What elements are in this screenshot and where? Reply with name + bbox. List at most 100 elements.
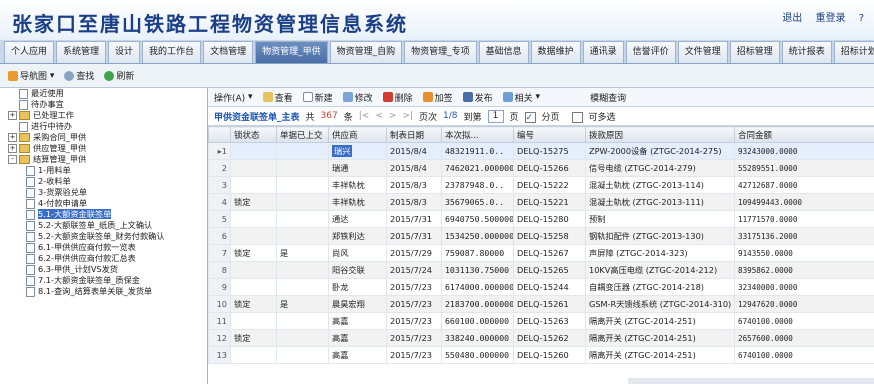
last-page-button[interactable]: >| <box>402 111 413 121</box>
tab-12[interactable]: 文件管理 <box>677 41 728 63</box>
folder-icon <box>19 111 30 120</box>
column-header[interactable]: 锁状态 <box>230 126 277 143</box>
table-row[interactable]: 13 高嘉 2015/7/23 550480.000000 DELQ-15260 隔离开关… <box>208 346 874 364</box>
help-link[interactable]: ? <box>859 13 864 24</box>
tab-2[interactable]: 设计 <box>108 41 141 63</box>
table-row[interactable]: 8 阳谷交联 2015/7/24 1031130.75000 DELQ-15265 10K… <box>208 261 874 279</box>
sign-button[interactable]: 加签 <box>422 91 453 104</box>
table-row[interactable]: 12 锁定 高嘉 2015/7/23 338240.000000 DELQ-15262 隔离… <box>208 329 874 347</box>
nav-map-button[interactable]: 导航图 ▾ <box>8 69 54 82</box>
refresh-button[interactable]: 刷新 <box>104 69 134 82</box>
tree-item[interactable]: 进行中待办 <box>0 121 207 132</box>
expand-icon[interactable]: + <box>8 133 17 142</box>
first-page-button[interactable]: |< <box>359 111 370 121</box>
logout-link[interactable]: 退出 <box>782 13 802 24</box>
fuzzy-search-button[interactable]: 模糊查询 <box>590 91 626 104</box>
table-cell: 2015/8/3 <box>386 193 442 211</box>
total-label: 共 <box>305 112 315 123</box>
column-header[interactable]: 拨款原因 <box>585 126 735 143</box>
tree-item[interactable]: 最近使用 <box>0 88 207 99</box>
table-row[interactable]: 11 高嘉 2015/7/23 660100.000000 DELQ-15263 隔离开关… <box>208 312 874 330</box>
tab-8[interactable]: 基础信息 <box>478 41 529 63</box>
table-cell: 8395862.0000 <box>734 261 874 279</box>
tree-item-label: 采购合同_甲供 <box>33 132 87 142</box>
table-cell: 丰祥轨枕 <box>328 193 387 211</box>
total-count: 367 <box>320 111 338 121</box>
tree-item[interactable]: + 供应管理_甲供 <box>0 143 207 154</box>
delete-button[interactable]: 删除 <box>382 91 413 104</box>
tab-1[interactable]: 系统管理 <box>56 41 107 63</box>
column-header[interactable]: 单据已上交 <box>276 126 329 143</box>
page-input[interactable]: 1 <box>487 109 504 123</box>
tree-item-label: 5.1-大额资金联签单 <box>38 209 112 219</box>
table-cell: 23787948.0.. <box>441 176 514 194</box>
tree-item[interactable]: 6.1-甲供供应商付款一览表 <box>0 242 207 253</box>
tab-14[interactable]: 统计报表 <box>781 41 832 63</box>
tab-10[interactable]: 通讯录 <box>582 41 624 63</box>
tab-6[interactable]: 物资管理_自购 <box>329 41 403 63</box>
tree-item[interactable]: 5.1-大额资金联签单 <box>0 209 207 220</box>
document-icon <box>19 121 28 132</box>
tab-0[interactable]: 个人应用 <box>4 41 55 63</box>
tree-item[interactable]: 2-收料单 <box>0 176 207 187</box>
tree-item[interactable]: + 采购合同_甲供 <box>0 132 207 143</box>
tab-15[interactable]: 招标计划 <box>833 41 874 63</box>
table-row[interactable]: 4 锁定 丰祥轨枕 2015/8/3 35679065.0.. DELQ-15221 混凝土… <box>208 193 874 211</box>
table-row[interactable]: 9 卧龙 2015/7/23 6174000.000000 DELQ-15244 自耦变压… <box>208 278 874 296</box>
tab-4[interactable]: 文档管理 <box>203 41 254 63</box>
collapse-icon[interactable]: - <box>8 155 17 164</box>
tab-13[interactable]: 招标管理 <box>729 41 780 63</box>
expand-icon[interactable]: + <box>8 111 17 120</box>
tree-item[interactable]: 待办事宜 <box>0 99 207 110</box>
table-row[interactable]: ▸1 瑞兴 2015/8/4 48321911.0.. DELQ-15275 ZPW-20… <box>208 142 874 160</box>
tree-item[interactable]: 5.2-大额资金联签单_财务付款确认 <box>0 231 207 242</box>
search-icon <box>64 70 75 81</box>
paging-checkbox[interactable]: 分页 <box>524 110 566 123</box>
tree-item[interactable]: 4-付款申请单 <box>0 198 207 209</box>
tree-item[interactable]: 5.2-大额联签单_纸质_上文确认 <box>0 220 207 231</box>
tree-item[interactable]: + 已处理工作 <box>0 110 207 121</box>
expand-icon[interactable]: + <box>8 144 17 153</box>
refresh-icon <box>104 70 115 81</box>
tree-item[interactable]: - 结算管理_甲供 <box>0 154 207 165</box>
horizontal-scrollbar[interactable] <box>628 378 874 384</box>
tree-item[interactable]: 6.2-甲供供应商付款汇总表 <box>0 253 207 264</box>
tree-item[interactable]: 1-用料单 <box>0 165 207 176</box>
table-row[interactable]: 3 丰祥轨枕 2015/8/3 23787948.0.. DELQ-15222 混凝土轨枕… <box>208 176 874 194</box>
tab-7[interactable]: 物资管理_专项 <box>404 41 477 63</box>
column-header[interactable]: 本次拟... <box>441 126 514 143</box>
tab-9[interactable]: 数据维护 <box>530 41 581 63</box>
tab-11[interactable]: 信誉评价 <box>625 41 676 63</box>
view-button[interactable]: 查看 <box>262 91 293 104</box>
tree-item[interactable]: 6.3-甲供_计划VS发货 <box>0 264 207 275</box>
tab-5[interactable]: 物资管理_甲供 <box>255 41 328 63</box>
related-menu[interactable]: 相关 ▾ <box>502 91 540 104</box>
tree-item[interactable]: 3-货票验兑单 <box>0 187 207 198</box>
tree-item[interactable]: 8.1-查询_结算表单关联_发货单 <box>0 286 207 297</box>
table-row[interactable]: 6 郑铁利达 2015/7/31 1534250.000000 DELQ-15258 钢轨… <box>208 227 874 245</box>
column-header[interactable]: 供应商 <box>328 126 387 143</box>
relogin-link[interactable]: 重登录 <box>816 13 846 24</box>
column-header[interactable]: 制表日期 <box>386 126 442 143</box>
edit-button[interactable]: 修改 <box>342 91 373 104</box>
prev-page-button[interactable]: < <box>375 111 383 121</box>
table-cell: 2015/7/23 <box>386 329 442 347</box>
next-page-button[interactable]: > <box>389 111 397 121</box>
publish-button[interactable]: 发布 <box>462 91 493 104</box>
column-header[interactable]: 合同金额 <box>734 126 874 143</box>
table-row[interactable]: 2 瑞通 2015/8/4 7462021.000000 DELQ-15266 信号电缆 … <box>208 159 874 177</box>
table-row[interactable]: 7 锁定是尚风 2015/7/29 759087.80000 DELQ-15267 声屏障… <box>208 244 874 262</box>
table-row[interactable]: 10 锁定是晨昊宏翔 2015/7/23 2183700.000000 DELQ-152… <box>208 295 874 313</box>
column-header[interactable]: 编号 <box>513 126 586 143</box>
table-cell: DELQ-15221 <box>513 193 586 211</box>
operate-menu[interactable]: 操作(A) ▾ <box>214 91 253 104</box>
row-number: ▸1 <box>208 142 231 160</box>
navigation-tree: 最近使用 待办事宜 + 已处理工作 进行中待办 + 采购合同_甲供 + 供应管理_甲供 - 结算管理… <box>0 88 208 384</box>
table-cell <box>230 346 277 364</box>
search-button[interactable]: 查找 <box>64 69 94 82</box>
tab-3[interactable]: 我的工作台 <box>142 41 202 63</box>
tree-item[interactable]: 7.1-大额资金联签单_质保金 <box>0 275 207 286</box>
table-row[interactable]: 5 通达 2015/7/31 6940750.500000 DELQ-15280 预制 11… <box>208 210 874 228</box>
multi-select-checkbox[interactable]: 可多选 <box>571 110 622 123</box>
new-button[interactable]: 新建 <box>302 91 333 104</box>
